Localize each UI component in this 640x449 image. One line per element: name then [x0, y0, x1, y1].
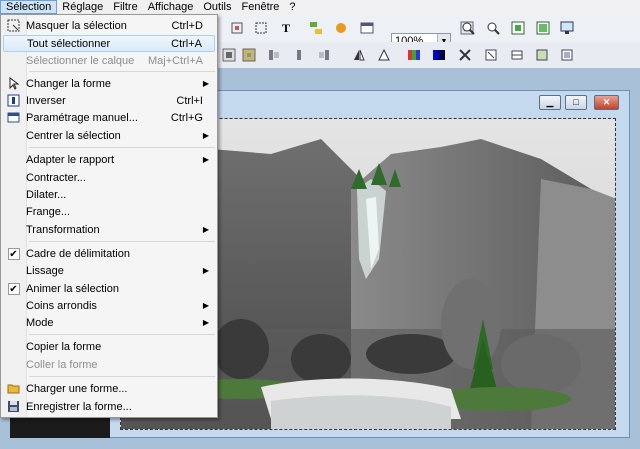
menu-item-changer-forme[interactable]: Changer la forme ▶ [3, 75, 215, 92]
menu-item-coller-forme[interactable]: Coller la forme [3, 356, 215, 373]
menu-item-charger-forme[interactable]: Charger une forme... [3, 380, 215, 397]
menu-reglage[interactable]: Réglage [57, 0, 108, 14]
menu-item-animer-selection[interactable]: ✔ Animer la sélection [3, 280, 215, 297]
rotate-icon[interactable] [533, 46, 551, 64]
menu-separator [29, 334, 215, 335]
menu-item-adapter-rapport[interactable]: Adapter le rapport ▶ [3, 151, 215, 168]
submenu-arrow-icon: ▶ [202, 79, 209, 88]
flip-vertical-icon[interactable] [375, 46, 393, 64]
rect-select-icon[interactable] [252, 19, 270, 37]
gradient-icon[interactable] [430, 46, 448, 64]
zoom-out-icon[interactable] [484, 19, 502, 37]
menu-separator [29, 241, 215, 242]
monitor-icon[interactable] [558, 19, 576, 37]
menu-item-parametrage-manuel[interactable]: Paramétrage manuel... Ctrl+G [3, 109, 215, 126]
menu-item-cadre-delimitation[interactable]: ✔ Cadre de délimitation [3, 245, 215, 262]
submenu-arrow-icon: ▶ [202, 301, 209, 310]
menu-fenetre[interactable]: Fenêtre [237, 0, 285, 14]
color-balance-icon[interactable] [405, 46, 423, 64]
menu-item-tout-selectionner[interactable]: Tout sélectionner Ctrl+A [3, 35, 215, 52]
submenu-arrow-icon: ▶ [202, 155, 209, 164]
menu-item-copier-forme[interactable]: Copier la forme [3, 338, 215, 355]
menu-separator [29, 147, 215, 148]
window-icon[interactable] [358, 19, 376, 37]
menu-item-frange[interactable]: Frange... [3, 203, 215, 220]
align-center-icon[interactable] [290, 46, 308, 64]
menu-filtre[interactable]: Filtre [108, 0, 142, 14]
menu-item-centrer-selection[interactable]: Centrer la sélection ▶ [3, 127, 215, 144]
selection-menu: Masquer la sélection Ctrl+D Tout sélecti… [0, 14, 218, 418]
zoom-in-icon[interactable] [459, 19, 477, 37]
menu-item-mode[interactable]: Mode ▶ [3, 314, 215, 331]
menu-bar: Sélection Réglage Filtre Affichage Outil… [0, 0, 640, 14]
text-tool-icon[interactable]: T [277, 19, 295, 37]
manual-settings-icon [6, 110, 21, 125]
invert-icon [6, 93, 21, 108]
close-button[interactable]: ✕ [594, 95, 619, 110]
menu-outils[interactable]: Outils [198, 0, 236, 14]
checkmark-icon: ✔ [7, 282, 20, 295]
save-disk-icon [6, 399, 21, 414]
checkmark-icon: ✔ [7, 247, 20, 260]
menu-selection[interactable]: Sélection [0, 0, 58, 14]
pattern-icon[interactable] [240, 46, 258, 64]
invert-colors-icon[interactable] [456, 46, 474, 64]
align-left-icon[interactable] [265, 46, 283, 64]
fit-screen-icon[interactable] [534, 19, 552, 37]
submenu-arrow-icon: ▶ [202, 318, 209, 327]
folder-open-icon [6, 381, 21, 396]
menu-item-dilater[interactable]: Dilater... [3, 186, 215, 203]
grid-icon[interactable] [220, 46, 238, 64]
crop-icon[interactable] [508, 46, 526, 64]
menu-item-inverser[interactable]: Inverser Ctrl+I [3, 92, 215, 109]
submenu-arrow-icon: ▶ [202, 225, 209, 234]
submenu-arrow-icon: ▶ [202, 131, 209, 140]
menu-item-enregistrer-forme[interactable]: Enregistrer la forme... [3, 398, 215, 415]
maximize-button[interactable]: □ [565, 95, 587, 110]
minimize-button[interactable]: ▁ [539, 95, 561, 110]
align-right-icon[interactable] [315, 46, 333, 64]
image-tool-icon[interactable] [228, 19, 246, 37]
menu-help[interactable]: ? [284, 0, 300, 14]
menu-item-transformation[interactable]: Transformation ▶ [3, 221, 215, 238]
menu-item-lissage[interactable]: Lissage ▶ [3, 262, 215, 279]
actual-size-icon[interactable] [509, 19, 527, 37]
menu-separator [29, 71, 215, 72]
menu-affichage[interactable]: Affichage [143, 0, 199, 14]
filmstrip [10, 418, 110, 438]
menu-item-selectionner-calque[interactable]: Sélectionner le calque Maj+Ctrl+A [3, 52, 215, 69]
menu-item-masquer[interactable]: Masquer la sélection Ctrl+D [3, 17, 215, 34]
flip-horizontal-icon[interactable] [350, 46, 368, 64]
submenu-arrow-icon: ▶ [202, 266, 209, 275]
menu-item-coins-arrondis[interactable]: Coins arrondis ▶ [3, 297, 215, 314]
resize-icon[interactable] [482, 46, 500, 64]
arrow-pointer-icon [6, 76, 21, 91]
mask-selection-icon [6, 18, 21, 33]
menu-item-contracter[interactable]: Contracter... [3, 169, 215, 186]
layers-icon[interactable] [307, 19, 325, 37]
menu-separator [29, 376, 215, 377]
effect-icon[interactable] [332, 19, 350, 37]
frame-icon[interactable] [558, 46, 576, 64]
